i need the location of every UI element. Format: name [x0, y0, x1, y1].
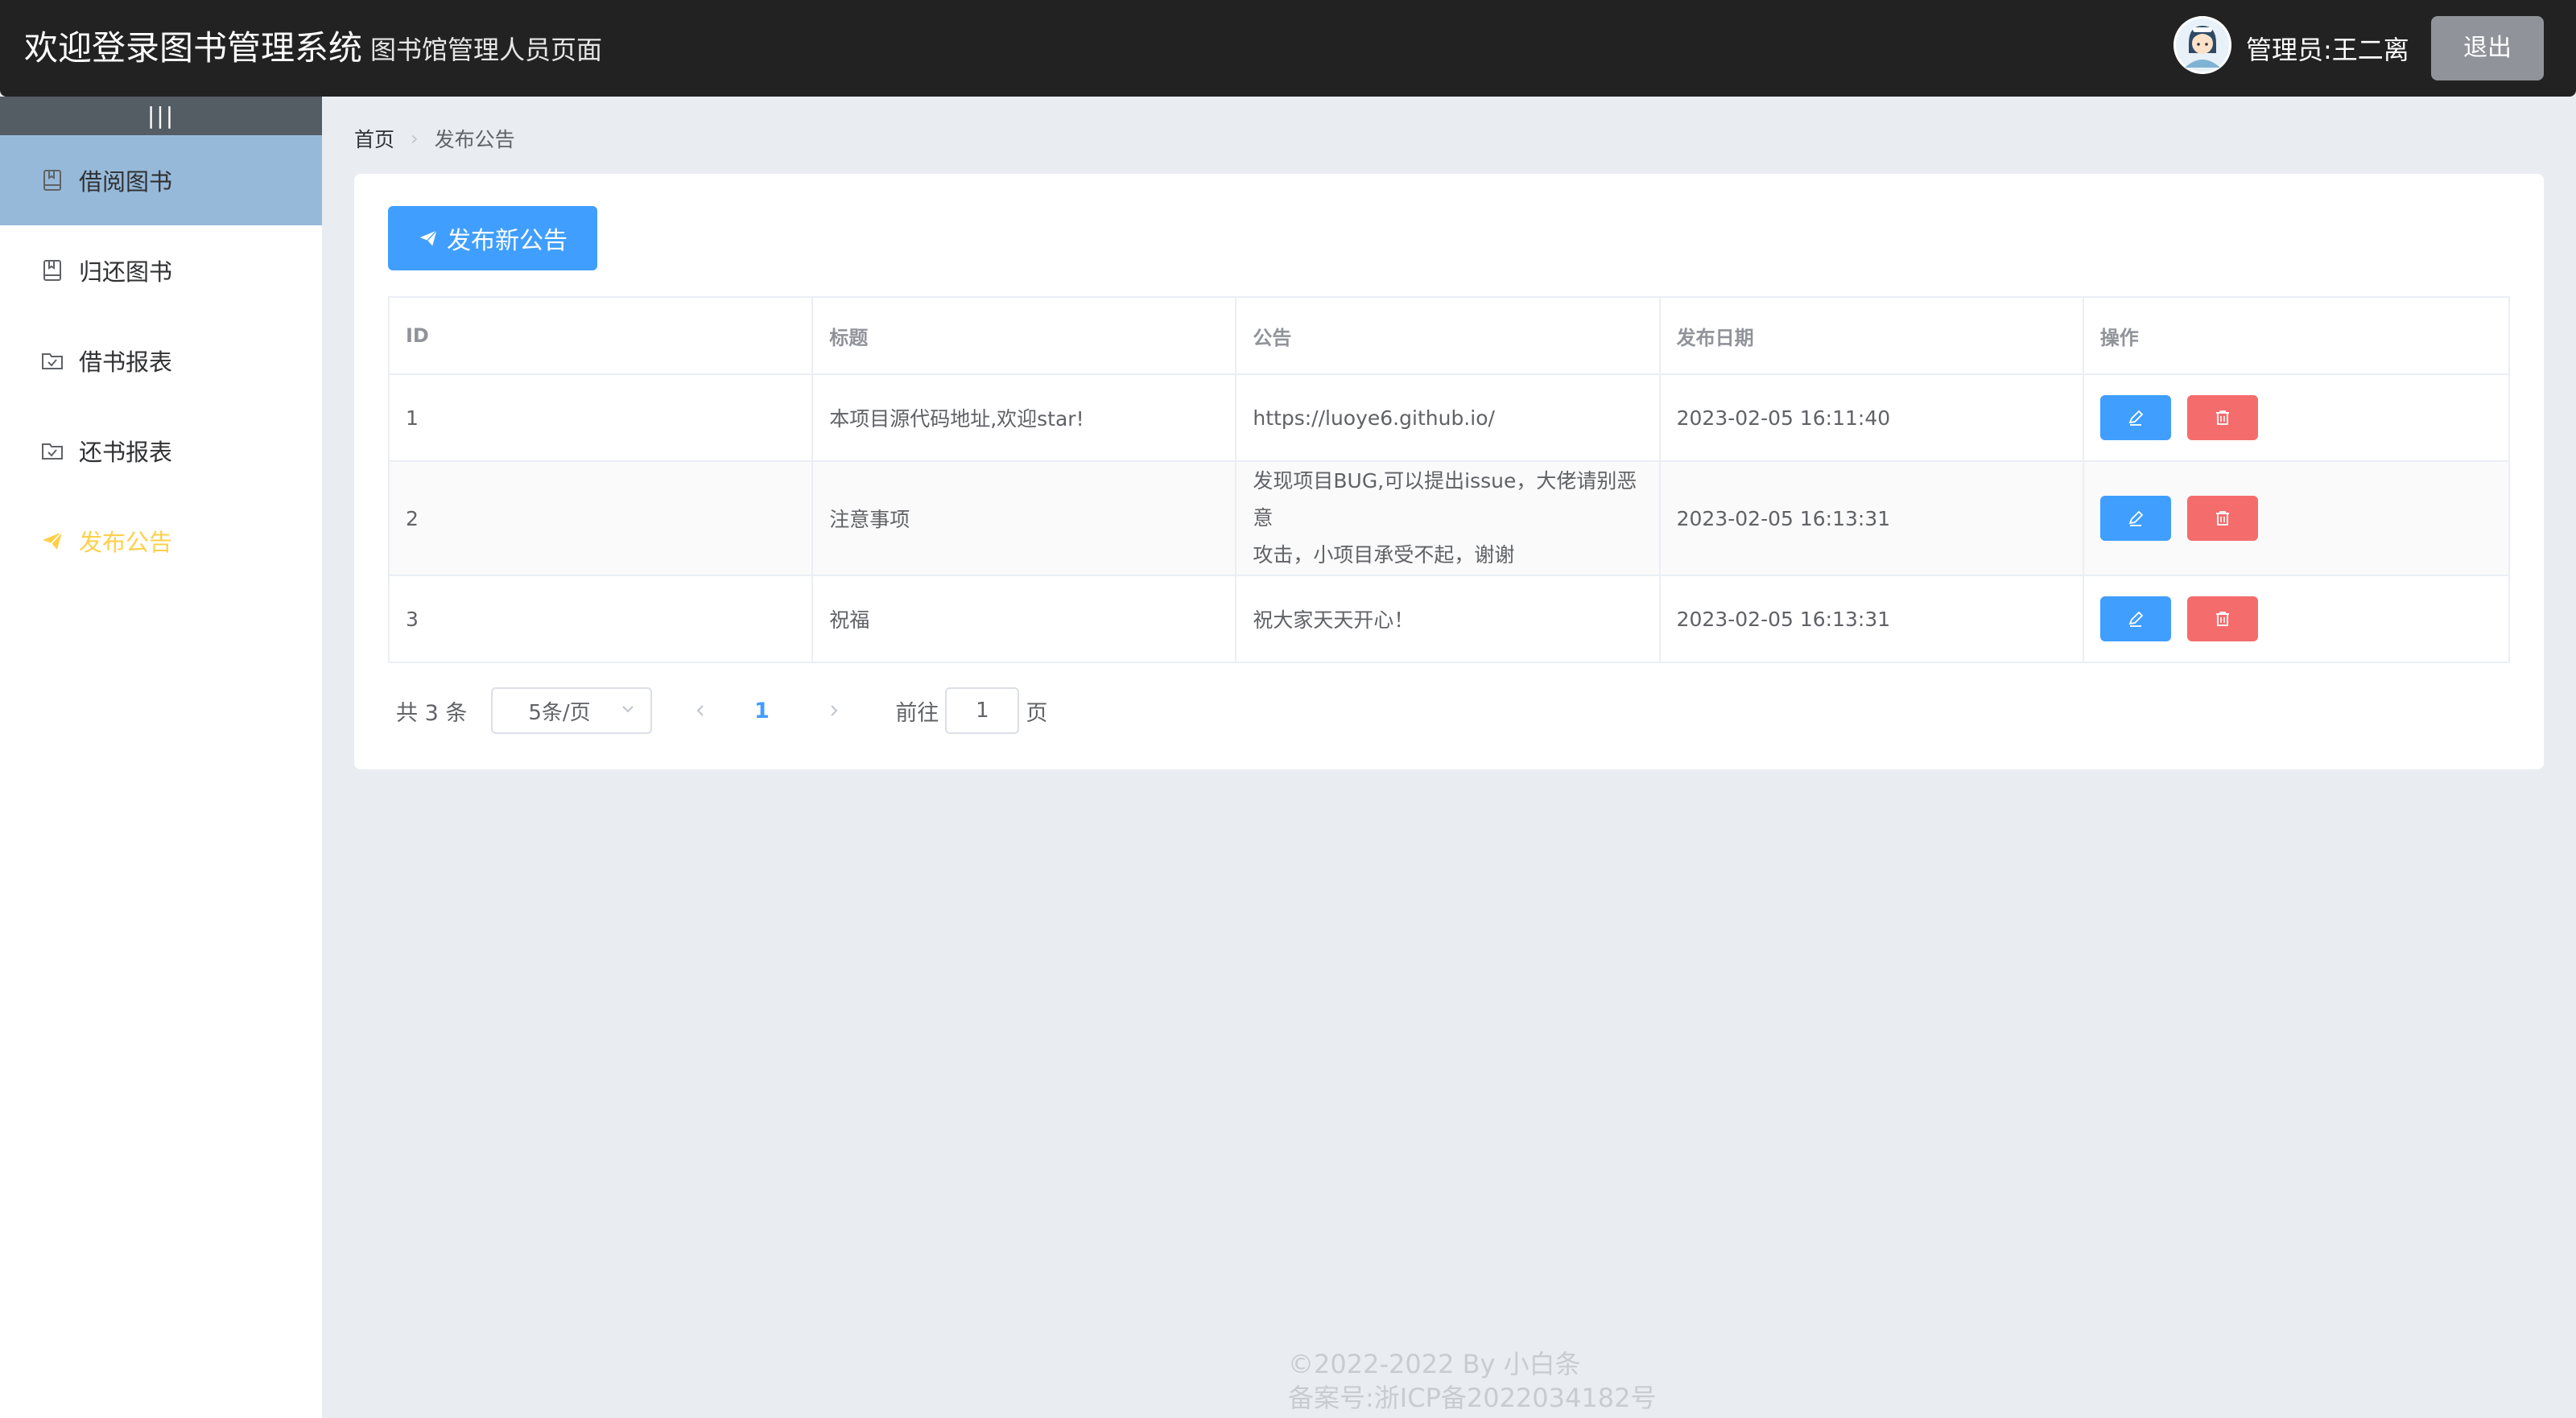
cell-date: 2023-02-05 16:13:31	[1661, 462, 2084, 575]
pagination: 共 3 条 5条/页 1 前往 页	[396, 687, 1047, 734]
folder-check-icon	[39, 347, 66, 374]
send-icon	[418, 228, 439, 249]
avatar[interactable]	[2174, 16, 2231, 74]
cell-notice: 祝大家天天开心！	[1236, 576, 1661, 662]
cell-title: 本项目源代码地址,欢迎star!	[813, 375, 1237, 460]
logout-button[interactable]: 退出	[2431, 16, 2544, 80]
footer: ©2022-2022 By 小白条 备案号:浙ICP备2022034182号	[1288, 1347, 1656, 1415]
cell-id: 3	[390, 576, 814, 662]
delete-button[interactable]	[2186, 496, 2258, 541]
goto-suffix: 页	[1026, 700, 1048, 726]
breadcrumb-separator-icon: ›	[411, 127, 419, 150]
table-header-row: ID 标题 公告 发布日期 操作	[390, 298, 2508, 375]
page-size-value: 5条/页	[528, 700, 591, 725]
trash-icon	[2215, 612, 2229, 626]
column-header-actions: 操作	[2099, 326, 2139, 349]
cell-notice: https://luoye6.github.io/	[1236, 375, 1661, 460]
publish-notice-label: 发布新公告	[447, 227, 568, 255]
send-icon	[39, 527, 66, 554]
sidebar-item-publish-notice[interactable]: 发布公告	[0, 496, 322, 586]
sidebar-item-borrow-report[interactable]: 借书报表	[0, 315, 322, 406]
delete-button[interactable]	[2186, 395, 2258, 440]
cell-id: 1	[390, 375, 814, 460]
footer-copyright: ©2022-2022 By 小白条	[1288, 1349, 1581, 1379]
sidebar-item-borrow-books[interactable]: 借阅图书	[0, 135, 322, 225]
cell-id: 2	[390, 462, 814, 575]
sidebar-item-label: 还书报表	[79, 439, 173, 466]
table-row: 2 注意事项 发现项目BUG,可以提出issue，大佬请别恶意 攻击，小项目承受…	[390, 462, 2508, 576]
page-size-select[interactable]: 5条/页	[491, 687, 653, 734]
book-icon	[39, 257, 66, 284]
cell-notice: 发现项目BUG,可以提出issue，大佬请别恶意 攻击，小项目承受不起，谢谢	[1236, 462, 1661, 575]
cell-title: 祝福	[813, 576, 1237, 662]
edit-button[interactable]	[2099, 395, 2171, 440]
sidebar-item-label: 归还图书	[79, 258, 173, 286]
sidebar-item-label: 借阅图书	[79, 168, 173, 196]
user-avatar-icon	[2174, 16, 2231, 74]
cell-actions	[2084, 462, 2508, 575]
publish-notice-button[interactable]: 发布新公告	[388, 206, 597, 270]
goto-prefix: 前往	[895, 700, 939, 726]
book-icon	[39, 167, 66, 194]
footer-icp[interactable]: 备案号:浙ICP备2022034182号	[1288, 1381, 1656, 1415]
trash-icon	[2215, 511, 2229, 526]
sidebar-item-return-books[interactable]: 归还图书	[0, 225, 322, 315]
edit-icon	[2128, 410, 2144, 426]
breadcrumb-current: 发布公告	[434, 128, 515, 151]
delete-button[interactable]	[2186, 596, 2258, 641]
column-header-notice: 公告	[1236, 298, 1661, 373]
cell-title: 注意事项	[813, 462, 1237, 575]
cell-actions	[2084, 576, 2508, 662]
page-number-current[interactable]: 1	[737, 699, 786, 723]
chevron-left-icon	[696, 705, 704, 716]
top-header: 欢迎登录图书管理系统 图书馆管理人员页面 管理员:王二离 退出	[0, 0, 2576, 97]
table-row: 3 祝福 祝大家天天开心！ 2023-02-05 16:13:31	[390, 576, 2508, 662]
cell-notice-line: 发现项目BUG,可以提出issue，大佬请别恶意	[1253, 469, 1637, 530]
page-subtitle: 图书馆管理人员页面	[370, 35, 603, 65]
cell-date: 2023-02-05 16:11:40	[1661, 375, 2084, 460]
edit-button[interactable]	[2099, 496, 2171, 541]
notice-table: ID 标题 公告 发布日期 操作 1 本项目源代码地址,欢迎star! http…	[388, 296, 2510, 663]
goto-page-input[interactable]	[945, 687, 1020, 734]
sidebar-collapse-toggle[interactable]: |||	[0, 97, 322, 135]
cell-date: 2023-02-05 16:13:31	[1661, 576, 2084, 662]
pagination-total: 共 3 条	[396, 700, 468, 726]
column-header-title: 标题	[813, 298, 1237, 373]
chevron-right-icon	[831, 705, 838, 716]
breadcrumb: 首页 › 发布公告	[354, 124, 515, 153]
folder-check-icon	[39, 437, 66, 464]
sidebar-item-label: 借书报表	[79, 348, 173, 376]
trash-icon	[2215, 410, 2229, 425]
cell-actions	[2084, 375, 2508, 460]
edit-button[interactable]	[2099, 596, 2171, 641]
prev-page-button[interactable]	[676, 703, 724, 719]
main-card: 发布新公告 ID 标题 公告 发布日期 操作 1 本项目源代码地址,欢迎star…	[354, 174, 2544, 769]
admin-name: 管理员:王二离	[2246, 35, 2409, 65]
column-header-id: ID	[390, 298, 814, 373]
edit-icon	[2128, 510, 2144, 526]
column-header-date: 发布日期	[1661, 298, 2084, 373]
sidebar-item-label: 发布公告	[79, 529, 173, 556]
edit-icon	[2128, 611, 2144, 627]
sidebar-item-return-report[interactable]: 还书报表	[0, 406, 322, 496]
next-page-button[interactable]	[810, 703, 858, 719]
chevron-down-icon	[620, 699, 636, 723]
app-title: 欢迎登录图书管理系统	[24, 28, 363, 68]
breadcrumb-home[interactable]: 首页	[354, 124, 394, 153]
sidebar: ||| 借阅图书 归还图书 借书报表 还书报表 发布公告	[0, 97, 322, 1418]
table-row: 1 本项目源代码地址,欢迎star! https://luoye6.github…	[390, 375, 2508, 462]
cell-notice-line: 攻击，小项目承受不起，谢谢	[1253, 543, 1515, 567]
